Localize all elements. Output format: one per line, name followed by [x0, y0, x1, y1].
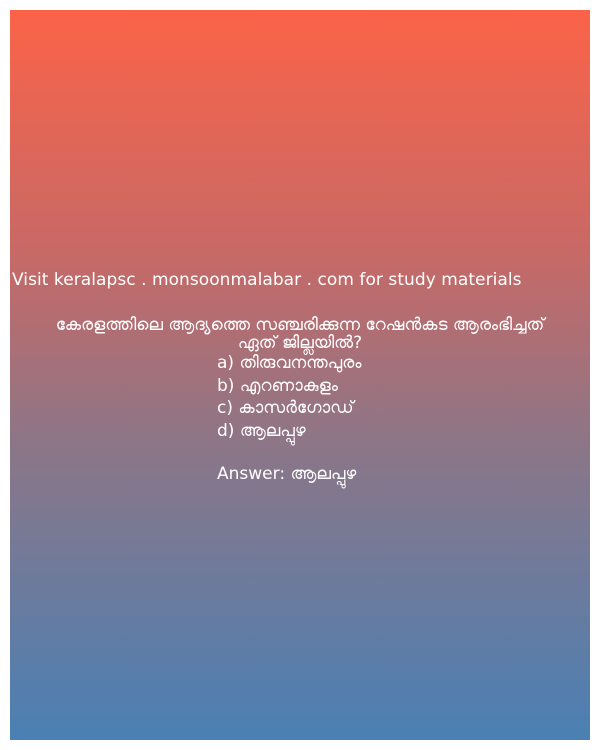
- answer-line: Answer: ആലപ്പുഴ: [217, 463, 356, 485]
- option-a: a) തിരുവനന്തപുരം: [217, 353, 362, 373]
- answer-value: ആലപ്പുഴ: [290, 464, 357, 484]
- question-line-1: കേരളത്തിലെ ആദ്യത്തെ സഞ്ചരിക്കുന്ന റേഷൻകട…: [55, 315, 545, 335]
- answer-label: Answer:: [217, 464, 291, 484]
- option-d: d) ആലപ്പുഴ: [217, 420, 306, 441]
- promo-text: Visit keralapsc . monsoonmalabar . com f…: [12, 270, 522, 290]
- options-list: a) തിരുവനന്തപുരം b) എറണാകുളം c) കാസർഗോഡ്…: [217, 352, 361, 442]
- option-c: c) കാസർഗോഡ്: [217, 398, 354, 418]
- question-text: കേരളത്തിലെ ആദ്യത്തെ സഞ്ചരിക്കുന്ന റേഷൻകട…: [10, 316, 590, 352]
- question-card: Visit keralapsc . monsoonmalabar . com f…: [10, 10, 590, 740]
- option-b: b) എറണാകുളം: [217, 375, 338, 396]
- question-line-2: ഏത് ജില്ലയിൽ?: [237, 333, 363, 353]
